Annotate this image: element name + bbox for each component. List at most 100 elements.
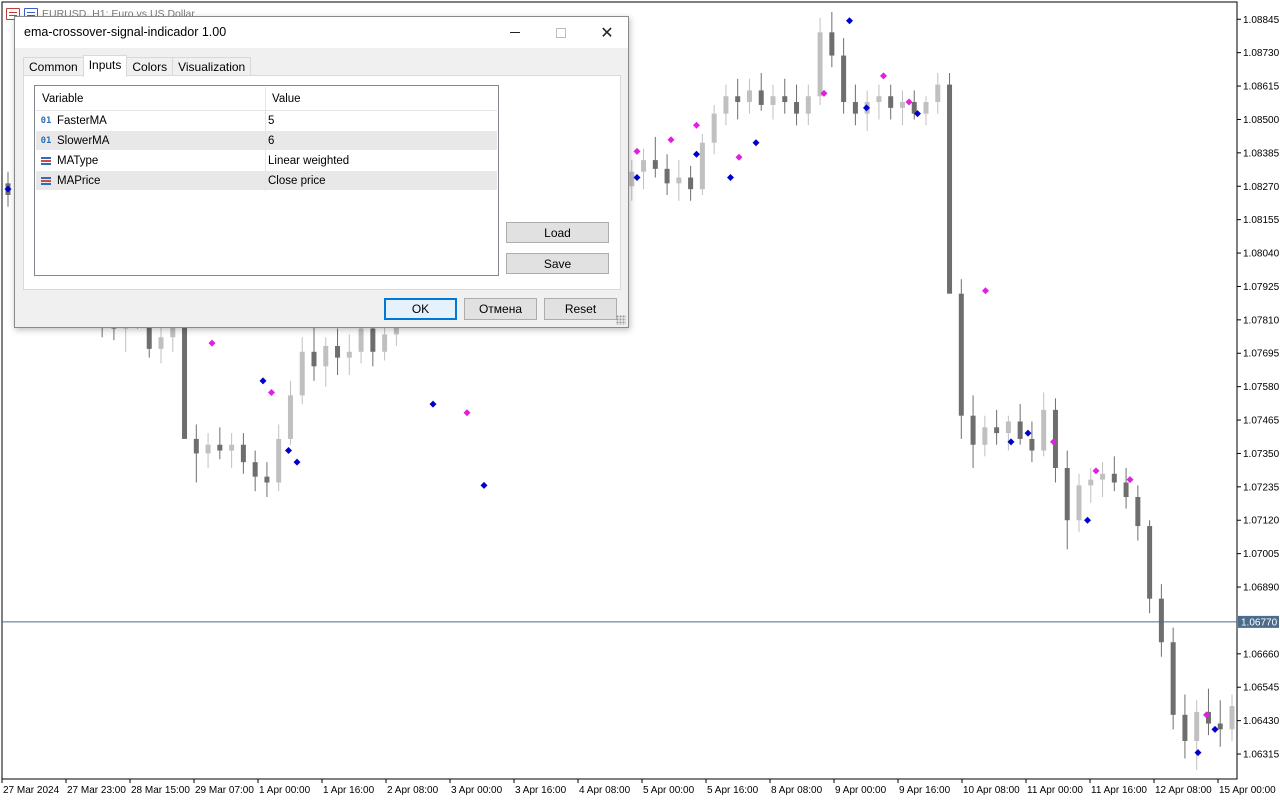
table-row[interactable]: 01 SlowerMA 6	[36, 131, 497, 151]
table-row[interactable]: MAType Linear weighted	[36, 151, 497, 171]
time-tick-label: 1 Apr 16:00	[323, 785, 375, 796]
grid-rows: 01 FasterMA 5 01 SlowerMA 6 MAType Linea…	[36, 111, 497, 191]
ok-button[interactable]: OK	[384, 298, 457, 320]
tab-inputs[interactable]: Inputs	[82, 55, 128, 77]
reset-button[interactable]: Reset	[544, 298, 617, 320]
candle-body	[652, 160, 658, 169]
close-icon: ✕	[600, 24, 614, 42]
buy-signal-marker	[846, 17, 853, 25]
column-header-value[interactable]: Value	[266, 87, 497, 111]
dialog-tabs: Common Inputs Colors Visualization	[23, 55, 252, 77]
candle-body	[735, 96, 741, 103]
sell-signal-marker	[905, 98, 913, 106]
tab-colors[interactable]: Colors	[126, 57, 174, 77]
sell-signal-marker	[633, 147, 641, 155]
candle-body	[770, 96, 776, 105]
candle-body	[264, 476, 270, 483]
minimize-icon	[510, 32, 520, 33]
candle-body	[1229, 706, 1235, 730]
candle-body	[299, 351, 305, 396]
candle-body	[841, 55, 847, 103]
candle-body	[1005, 421, 1011, 434]
sell-signal-marker	[1092, 467, 1100, 475]
candle-body	[1076, 485, 1082, 521]
candle-body	[1158, 598, 1164, 643]
candle-body	[1147, 526, 1153, 599]
candle-body	[1123, 482, 1129, 498]
candle-body	[723, 96, 729, 114]
price-tick-label: 1.07925	[1243, 282, 1280, 293]
close-button[interactable]: ✕	[584, 17, 630, 48]
tab-common[interactable]: Common	[23, 57, 84, 77]
price-tick-label: 1.07005	[1243, 549, 1280, 560]
candle-body	[829, 32, 835, 56]
candle-body	[252, 462, 258, 477]
value-cell[interactable]: 6	[266, 131, 497, 151]
load-button[interactable]: Load	[506, 222, 609, 243]
time-tick-label: 9 Apr 00:00	[835, 785, 887, 796]
int-type-icon: 01	[40, 136, 52, 146]
candle-body	[876, 96, 882, 103]
price-tick-label: 1.08155	[1243, 215, 1280, 226]
time-tick-label: 29 Mar 07:00	[195, 785, 254, 796]
table-row[interactable]: MAPrice Close price	[36, 171, 497, 191]
candle-body	[805, 96, 811, 114]
sell-signal-marker	[463, 409, 471, 417]
time-tick-label: 1 Apr 00:00	[259, 785, 311, 796]
cancel-button[interactable]: Отмена	[464, 298, 537, 320]
value-cell[interactable]: Linear weighted	[266, 151, 497, 171]
column-header-variable[interactable]: Variable	[36, 87, 266, 111]
time-tick-label: 3 Apr 00:00	[451, 785, 503, 796]
time-tick-label: 27 Mar 23:00	[67, 785, 126, 796]
candle-body	[346, 351, 352, 358]
value-cell[interactable]: 5	[266, 111, 497, 131]
candle-body	[935, 84, 941, 103]
candle-body	[699, 142, 705, 190]
buy-signal-marker	[693, 150, 700, 158]
buy-signal-marker	[727, 174, 734, 182]
sell-signal-marker	[735, 153, 743, 161]
candle-body	[923, 102, 929, 114]
buy-signal-marker	[285, 447, 292, 455]
price-tick-label: 1.08845	[1243, 15, 1280, 26]
candle-body	[217, 444, 223, 451]
current-price-label: 1.06770	[1241, 617, 1278, 628]
tab-visualization[interactable]: Visualization	[172, 57, 252, 77]
candle-body	[982, 427, 988, 445]
candle-body	[817, 32, 823, 97]
save-button[interactable]: Save	[506, 253, 609, 274]
candle-body	[888, 96, 894, 108]
variable-name: MAType	[57, 155, 99, 167]
candle-body	[276, 438, 282, 483]
inputs-grid[interactable]: Variable Value 01 FasterMA 5 01 SlowerMA	[34, 85, 499, 276]
value-cell[interactable]: Close price	[266, 171, 497, 191]
candle-body	[641, 160, 647, 172]
price-tick-label: 1.06315	[1243, 750, 1280, 761]
buy-signal-marker	[752, 139, 760, 147]
resize-grip-icon[interactable]	[616, 315, 626, 325]
sell-signal-marker	[208, 339, 216, 347]
candle-body	[970, 415, 976, 445]
candle-body	[758, 90, 764, 105]
price-tick-label: 1.06660	[1243, 649, 1280, 660]
candle-body	[205, 444, 211, 454]
buy-signal-marker	[429, 400, 437, 408]
buy-signal-marker	[1194, 749, 1202, 757]
candle-body	[335, 345, 341, 358]
price-tick-label: 1.07695	[1243, 349, 1280, 360]
indicator-properties-dialog: ema-crossover-signal-indicador 1.00 ✕ Co…	[14, 16, 629, 328]
candle-body	[158, 337, 164, 349]
price-tick-label: 1.07235	[1243, 482, 1280, 493]
candle-body	[947, 84, 953, 294]
price-tick-label: 1.06890	[1243, 583, 1280, 594]
price-tick-label: 1.08385	[1243, 148, 1280, 159]
dialog-titlebar[interactable]: ema-crossover-signal-indicador 1.00 ✕	[15, 17, 628, 48]
minimize-button[interactable]	[492, 17, 538, 48]
candle-body	[782, 96, 788, 103]
candle-body	[1170, 642, 1176, 715]
int-type-icon: 01	[40, 116, 52, 126]
price-tick-label: 1.08730	[1243, 48, 1280, 59]
candle-body	[1217, 723, 1223, 730]
table-row[interactable]: 01 FasterMA 5	[36, 111, 497, 131]
price-tick-label: 1.07465	[1243, 416, 1280, 427]
